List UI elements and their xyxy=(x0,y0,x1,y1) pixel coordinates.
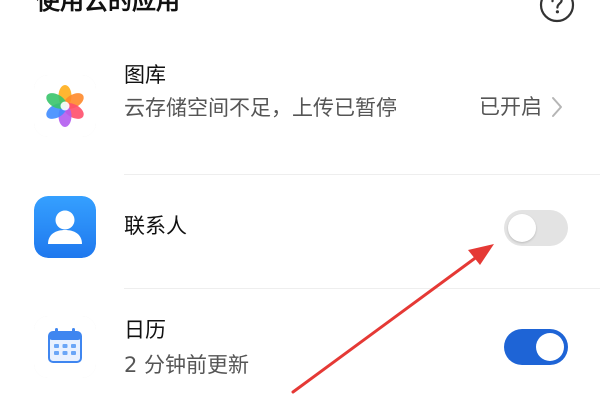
calendar-sync-toggle[interactable] xyxy=(504,329,568,365)
app-row-calendar: 日历 2 分钟前更新 xyxy=(0,288,600,420)
app-subtitle-calendar: 2 分钟前更新 xyxy=(124,353,250,377)
question-circle-icon xyxy=(538,0,576,24)
contacts-person-icon xyxy=(34,196,96,258)
toggle-knob xyxy=(536,333,564,361)
help-button[interactable] xyxy=(538,0,576,24)
app-name-contacts: 联系人 xyxy=(124,214,187,238)
app-row-gallery[interactable]: 图库 云存储空间不足，上传已暂停 已开启 xyxy=(0,55,600,165)
chevron-right-icon xyxy=(550,95,564,119)
app-subtitle-gallery: 云存储空间不足，上传已暂停 xyxy=(124,96,397,120)
app-name-gallery: 图库 xyxy=(124,63,166,87)
app-name-calendar: 日历 xyxy=(124,318,166,342)
gallery-status-text: 已开启 xyxy=(479,95,542,119)
gallery-status: 已开启 xyxy=(479,93,564,121)
contacts-sync-toggle[interactable] xyxy=(504,210,568,246)
app-row-contacts: 联系人 xyxy=(0,174,600,284)
cloud-apps-screen: 使用云的应用 图库 云存储空间不足，上传已暂停 已开启 联系人 日历 2 分钟前… xyxy=(0,0,600,420)
section-title: 使用云的应用 xyxy=(36,0,180,15)
section-header: 使用云的应用 xyxy=(36,0,582,26)
gallery-flower-icon xyxy=(34,75,96,137)
toggle-knob xyxy=(508,214,536,242)
calendar-icon xyxy=(34,316,96,378)
